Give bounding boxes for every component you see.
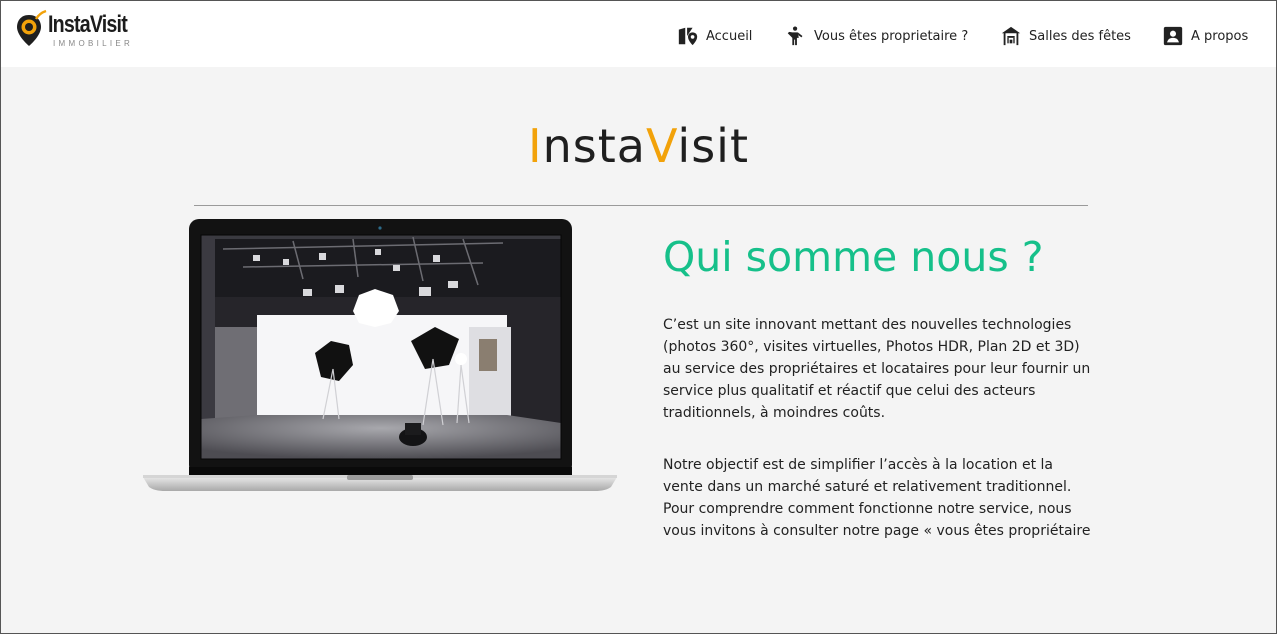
brand-letter-i: I bbox=[528, 119, 543, 173]
brand-part-nsta: nsta bbox=[542, 119, 646, 173]
section-divider bbox=[194, 205, 1088, 206]
nav-item-proprietaire[interactable]: Vous êtes proprietaire ? bbox=[785, 23, 968, 49]
person-icon bbox=[787, 26, 803, 46]
location-pin-logo-icon bbox=[17, 9, 47, 46]
nav-label-proprietaire: Vous êtes proprietaire ? bbox=[814, 28, 969, 44]
account-box-icon bbox=[1163, 26, 1183, 46]
about-paragraph-2: Notre objectif est de simplifier l’accès… bbox=[663, 457, 1091, 539]
nav-label-salles-des-fetes: Salles des fêtes bbox=[1029, 28, 1131, 44]
nav-item-salles-des-fetes[interactable]: Salles des fêtes bbox=[1000, 23, 1131, 49]
hall-icon bbox=[1001, 26, 1021, 46]
brand-title: InstaVisit bbox=[1, 119, 1276, 173]
nav-item-a-propos[interactable]: A propos bbox=[1162, 23, 1248, 49]
logo-tagline: IMMOBILIER bbox=[53, 39, 134, 48]
logo-name: InstaVisit bbox=[48, 11, 128, 38]
nav-label-accueil: Accueil bbox=[706, 28, 753, 44]
instavisit-logo[interactable]: InstaVisit IMMOBILIER bbox=[15, 9, 145, 53]
about-title: Qui somme nous ? bbox=[663, 233, 1044, 281]
nav-label-a-propos: A propos bbox=[1191, 28, 1249, 44]
about-paragraph-1: C’est un site innovant mettant des nouve… bbox=[663, 317, 1091, 421]
brand-part-isit: isit bbox=[677, 119, 749, 173]
nav-item-accueil[interactable]: Accueil bbox=[677, 23, 752, 49]
brand-letter-v: V bbox=[645, 119, 678, 173]
laptop-studio-image bbox=[143, 219, 617, 491]
map-pin-icon bbox=[678, 27, 698, 46]
top-navbar: InstaVisit IMMOBILIER Accueil Vous êtes … bbox=[1, 1, 1276, 67]
